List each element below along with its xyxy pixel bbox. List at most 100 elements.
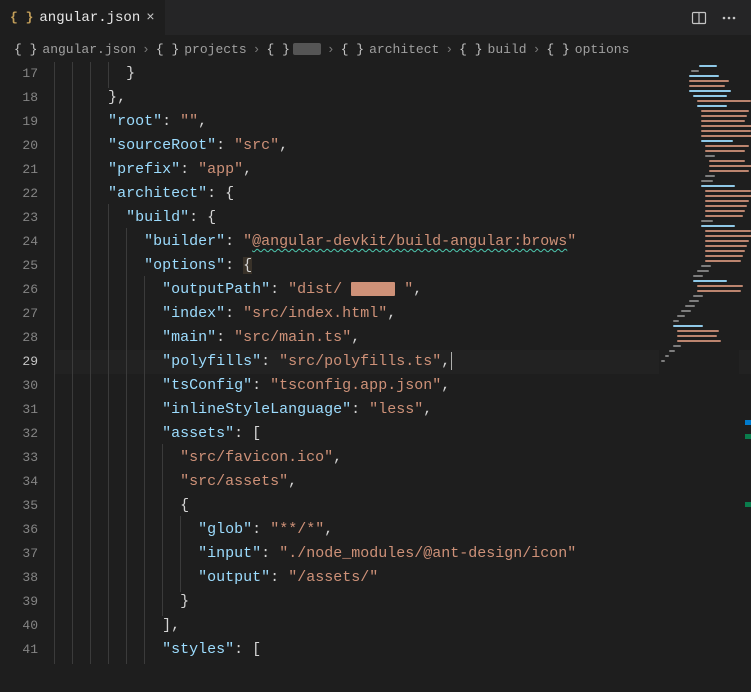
breadcrumb-item[interactable]: { }options: [546, 42, 629, 57]
code-line[interactable]: "prefix": "app",: [54, 158, 751, 182]
code-line[interactable]: "tsConfig": "tsconfig.app.json",: [54, 374, 751, 398]
minimap-line: [705, 255, 743, 257]
code-line[interactable]: "polyfills": "src/polyfills.ts",: [54, 350, 751, 374]
code-line[interactable]: }: [54, 62, 751, 86]
code-line[interactable]: "styles": [: [54, 638, 751, 662]
code-line[interactable]: "options": {: [54, 254, 751, 278]
minimap-line: [681, 310, 691, 312]
minimap-marker: [745, 502, 751, 507]
breadcrumb-label: options: [575, 42, 630, 57]
code-token: ": [153, 113, 162, 130]
code-token: {: [180, 497, 189, 514]
braces-icon: { }: [459, 42, 482, 57]
minimap[interactable]: [659, 62, 739, 672]
code-line[interactable]: "architect": {: [54, 182, 751, 206]
code-token: inlineStyleLanguage: [171, 401, 342, 418]
code-token: src/main.ts: [243, 329, 342, 346]
breadcrumb-item[interactable]: { }: [266, 42, 320, 57]
minimap-line: [705, 205, 747, 207]
code-token: output: [207, 569, 261, 586]
code-token: ": [288, 569, 297, 586]
code-token: src/polyfills.ts: [288, 353, 432, 370]
code-token: ": [252, 545, 261, 562]
line-number: 27: [0, 302, 38, 326]
code-token: ": [162, 401, 171, 418]
code-line[interactable]: "glob": "**/*",: [54, 518, 751, 542]
code-token: ": [432, 353, 441, 370]
line-number: 19: [0, 110, 38, 134]
code-line[interactable]: "output": "/assets/": [54, 566, 751, 590]
code-line[interactable]: "src/assets",: [54, 470, 751, 494]
code-token: ": [108, 161, 117, 178]
tab-filename: angular.json: [39, 10, 140, 26]
code-line[interactable]: },: [54, 86, 751, 110]
minimap-line: [673, 325, 703, 327]
code-token: ": [567, 545, 576, 562]
code-line[interactable]: "builder": "@angular-devkit/build-angula…: [54, 230, 751, 254]
close-icon[interactable]: ×: [146, 10, 154, 26]
code-line[interactable]: "index": "src/index.html",: [54, 302, 751, 326]
line-number: 21: [0, 158, 38, 182]
code-token: ": [243, 233, 252, 250]
minimap-line: [693, 95, 727, 97]
code-line[interactable]: "src/favicon.ico",: [54, 446, 751, 470]
editor-tab[interactable]: { } angular.json ×: [0, 0, 165, 35]
code-token: ": [198, 545, 207, 562]
code-area[interactable]: } }, "root": "", "sourceRoot": "src", "p…: [52, 62, 751, 692]
code-token: ": [171, 161, 180, 178]
code-token: {: [243, 257, 252, 274]
braces-icon: { }: [341, 42, 364, 57]
code-token: ,: [243, 161, 252, 178]
code-line[interactable]: "root": "",: [54, 110, 751, 134]
breadcrumb-label: projects: [184, 42, 246, 57]
minimap-line: [705, 215, 743, 217]
line-number: 33: [0, 446, 38, 470]
breadcrumb-item[interactable]: { }architect: [341, 42, 440, 57]
minimap-line: [697, 105, 727, 107]
code-line[interactable]: "inlineStyleLanguage": "less",: [54, 398, 751, 422]
code-token: ": [288, 281, 297, 298]
code-line[interactable]: "build": {: [54, 206, 751, 230]
code-line[interactable]: "assets": [: [54, 422, 751, 446]
code-token: ": [162, 377, 171, 394]
code-token: src/assets: [189, 473, 279, 490]
minimap-line: [669, 350, 675, 352]
breadcrumb-item[interactable]: { }angular.json: [14, 42, 136, 57]
code-line[interactable]: {: [54, 494, 751, 518]
split-editor-icon[interactable]: [691, 10, 707, 26]
code-token: tsconfig.app.json: [279, 377, 432, 394]
chevron-right-icon: ›: [142, 42, 150, 57]
code-token: [395, 281, 404, 298]
code-token: :: [252, 521, 270, 538]
line-number: 26: [0, 278, 38, 302]
code-token: ,: [351, 329, 360, 346]
code-token: ,: [387, 305, 396, 322]
code-line[interactable]: }: [54, 590, 751, 614]
more-actions-icon[interactable]: [721, 10, 737, 26]
code-line[interactable]: "sourceRoot": "src",: [54, 134, 751, 158]
breadcrumb-item[interactable]: { }projects: [156, 42, 247, 57]
chevron-right-icon: ›: [445, 42, 453, 57]
code-token: ": [108, 185, 117, 202]
code-token: ": [342, 401, 351, 418]
code-token: ": [216, 257, 225, 274]
code-line[interactable]: "main": "src/main.ts",: [54, 326, 751, 350]
code-token: ": [162, 425, 171, 442]
code-token: ": [234, 137, 243, 154]
code-token: /assets/: [297, 569, 369, 586]
breadcrumb-item[interactable]: { }build: [459, 42, 526, 57]
minimap-line: [701, 140, 733, 142]
code-token: ": [315, 521, 324, 538]
minimap-line: [701, 185, 735, 187]
code-token: ": [270, 137, 279, 154]
code-token: dist/: [297, 281, 351, 298]
code-line[interactable]: ],: [54, 614, 751, 638]
code-token: ]: [162, 617, 171, 634]
code-token: src: [243, 137, 270, 154]
code-line[interactable]: "outputPath": "dist/ ",: [54, 278, 751, 302]
code-token: :: [216, 137, 234, 154]
editor[interactable]: 1718192021222324252627282930313233343536…: [0, 62, 751, 692]
minimap-line: [689, 300, 699, 302]
code-line[interactable]: "input": "./node_modules/@ant-design/ico…: [54, 542, 751, 566]
line-number: 18: [0, 86, 38, 110]
